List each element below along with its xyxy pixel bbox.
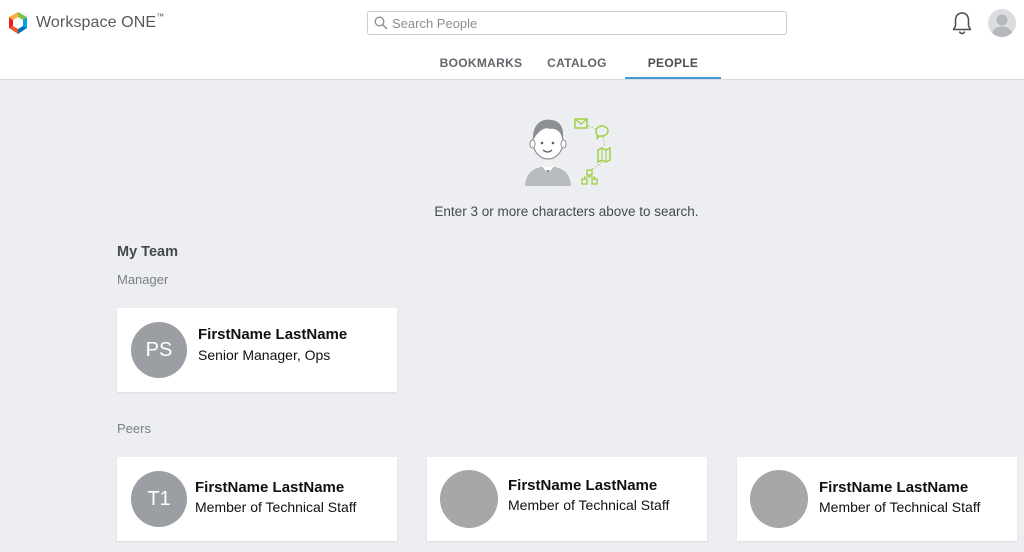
search-icon — [374, 16, 388, 30]
tab-people[interactable]: PEOPLE — [625, 48, 721, 79]
people-search-illustration — [525, 118, 611, 186]
workspace-one-logo-icon — [9, 12, 27, 34]
manager-card[interactable]: PS FirstName LastName Senior Manager, Op… — [117, 308, 397, 392]
peer-role: Member of Technical Staff — [195, 499, 357, 515]
peer-name: FirstName LastName — [195, 479, 345, 496]
peer-avatar — [750, 470, 808, 528]
top-header: Workspace ONE™ BOOKMARKS CATALOG PEOPLE — [0, 0, 1024, 80]
app-name: Workspace ONE™ — [36, 12, 165, 31]
peer-card[interactable]: FirstName LastName Member of Technical S… — [737, 457, 1017, 541]
tab-bookmarks[interactable]: BOOKMARKS — [433, 48, 529, 79]
peer-name: FirstName LastName — [508, 477, 658, 494]
peer-card[interactable]: T1 FirstName LastName Member of Technica… — [117, 457, 397, 541]
manager-avatar: PS — [131, 322, 187, 378]
peer-name: FirstName LastName — [819, 479, 969, 496]
peer-role: Member of Technical Staff — [819, 499, 981, 515]
search-box[interactable] — [367, 11, 787, 35]
app-logo[interactable]: Workspace ONE™ — [6, 11, 164, 35]
peers-label: Peers — [117, 421, 151, 436]
search-input[interactable] — [392, 15, 772, 31]
peer-role: Member of Technical Staff — [508, 497, 670, 513]
peer-avatar: T1 — [131, 471, 187, 527]
peer-card[interactable]: FirstName LastName Member of Technical S… — [427, 457, 707, 541]
notification-bell-icon[interactable] — [951, 11, 973, 35]
user-avatar[interactable] — [988, 9, 1016, 37]
tab-catalog[interactable]: CATALOG — [537, 48, 617, 79]
manager-role: Senior Manager, Ops — [198, 347, 331, 363]
peer-avatar — [440, 470, 498, 528]
search-hint-text: Enter 3 or more characters above to sear… — [434, 204, 699, 219]
manager-label: Manager — [117, 272, 169, 287]
my-team-heading: My Team — [117, 244, 178, 260]
user-avatar-icon — [991, 14, 1013, 37]
main-tabs: BOOKMARKS CATALOG PEOPLE — [0, 48, 1024, 80]
manager-name: FirstName LastName — [198, 326, 348, 343]
